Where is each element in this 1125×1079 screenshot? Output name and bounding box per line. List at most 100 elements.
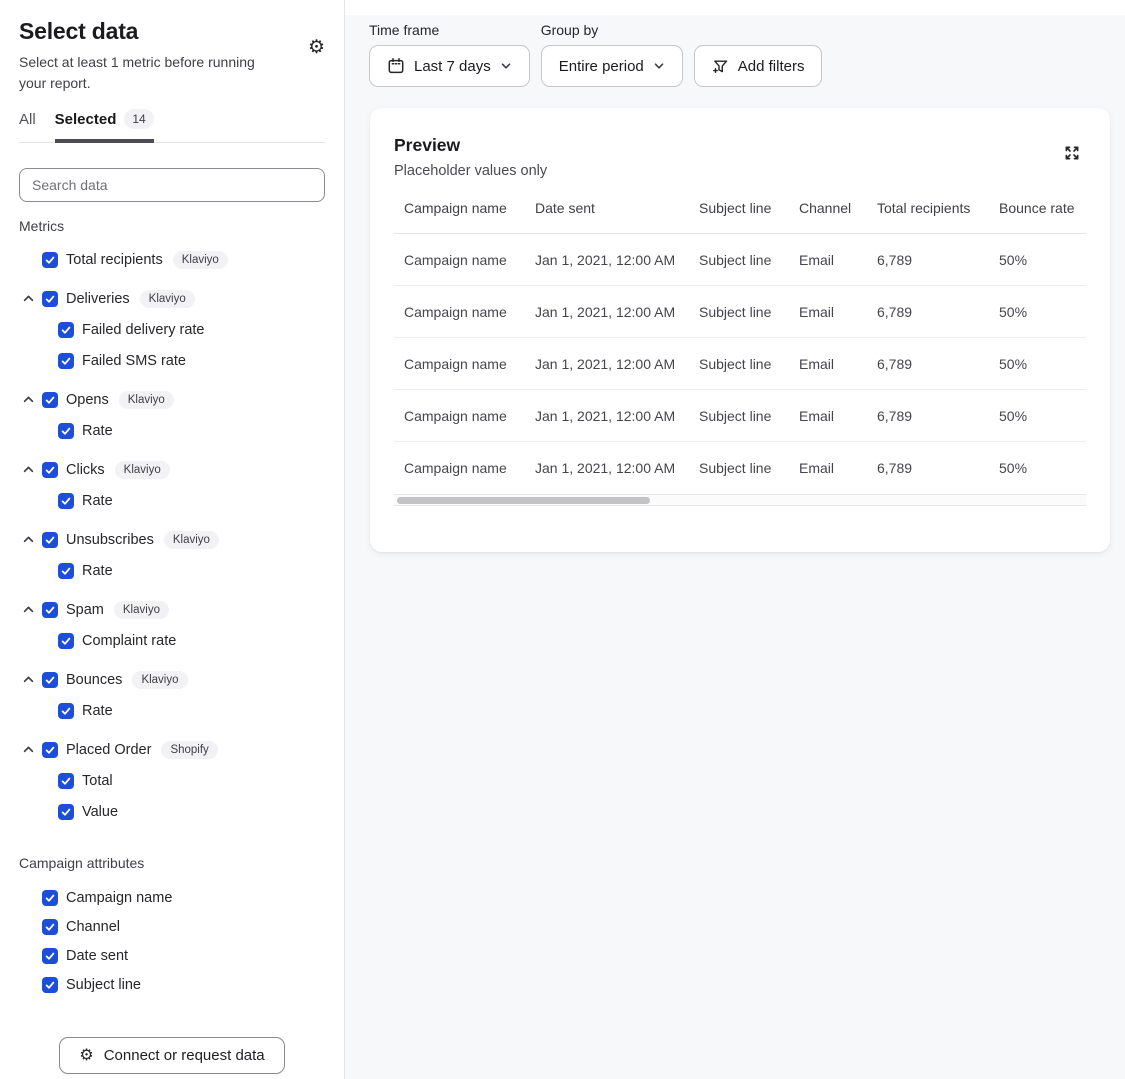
checkbox-failed-delivery-rate[interactable] <box>58 322 74 338</box>
select-data-panel: Select data Select at least 1 metric bef… <box>0 0 345 1079</box>
search-input[interactable] <box>19 168 325 202</box>
metric-label: Rate <box>82 423 113 439</box>
checkbox-opens[interactable] <box>42 392 58 408</box>
checkbox-rate[interactable] <box>58 493 74 509</box>
chevron-up-icon[interactable] <box>22 393 35 406</box>
table-cell: Subject line <box>689 286 789 337</box>
metric-group-spam: SpamKlaviyoComplaint rate <box>19 594 325 656</box>
connect-or-request-data-button[interactable]: ⚙ Connect or request data <box>59 1037 284 1074</box>
checkbox-spam[interactable] <box>42 602 58 618</box>
preview-subtitle: Placeholder values only <box>394 163 547 179</box>
table-cell: Subject line <box>689 234 789 285</box>
tab-all[interactable]: All <box>19 109 36 142</box>
time-frame-label: Time frame <box>369 22 530 38</box>
table-cell: Subject line <box>689 338 789 389</box>
metric-item-unsubscribes[interactable]: UnsubscribesKlaviyo <box>19 524 325 555</box>
table-cell: Email <box>789 442 867 494</box>
metric-label: Deliveries <box>66 291 130 307</box>
checkbox-channel[interactable] <box>42 919 58 935</box>
checkbox-rate[interactable] <box>58 703 74 719</box>
checkbox-deliveries[interactable] <box>42 291 58 307</box>
time-frame-select[interactable]: Last 7 days <box>369 45 530 87</box>
chevron-up-icon[interactable] <box>22 673 35 686</box>
table-row[interactable]: Campaign nameJan 1, 2021, 12:00 AMSubjec… <box>394 390 1086 442</box>
checkbox-bounces[interactable] <box>42 672 58 688</box>
metric-group-deliveries: DeliveriesKlaviyoFailed delivery rateFai… <box>19 283 325 376</box>
checkbox-date-sent[interactable] <box>42 948 58 964</box>
table-cell: Email <box>789 390 867 441</box>
checkbox-failed-sms-rate[interactable] <box>58 353 74 369</box>
table-cell: 50% <box>989 338 1086 389</box>
time-frame-control: Time frame Last 7 days <box>369 22 530 87</box>
source-badge: Shopify <box>161 741 217 759</box>
table-row[interactable]: Campaign nameJan 1, 2021, 12:00 AMSubjec… <box>394 234 1086 286</box>
preview-card: Preview Placeholder values only Campaign… <box>370 108 1110 552</box>
checkbox-placed-order[interactable] <box>42 742 58 758</box>
chevron-up-icon[interactable] <box>22 743 35 756</box>
metrics-list: Total recipientsKlaviyo DeliveriesKlaviyo… <box>19 244 325 827</box>
horizontal-scrollbar[interactable] <box>394 494 1086 506</box>
attribute-item-channel[interactable]: Channel <box>19 912 325 941</box>
chevron-up-icon[interactable] <box>22 533 35 546</box>
chevron-up-icon[interactable] <box>22 292 35 305</box>
metric-item-rate[interactable]: Rate <box>19 485 325 516</box>
checkbox-rate[interactable] <box>58 423 74 439</box>
add-filters-button[interactable]: Add filters <box>694 45 823 87</box>
table-cell: Email <box>789 286 867 337</box>
preview-table: Campaign nameDate sentSubject lineChanne… <box>394 200 1086 506</box>
column-header-total-recipients: Total recipients <box>867 200 989 233</box>
table-cell: 6,789 <box>867 442 989 494</box>
attribute-item-date-sent[interactable]: Date sent <box>19 941 325 970</box>
metric-item-total[interactable]: Total <box>19 765 325 796</box>
table-cell: 6,789 <box>867 338 989 389</box>
preview-title: Preview <box>394 135 547 156</box>
chevron-up-icon[interactable] <box>22 603 35 616</box>
table-cell: 50% <box>989 286 1086 337</box>
group-by-control: Group by Entire period <box>541 22 683 87</box>
checkbox-campaign-name[interactable] <box>42 890 58 906</box>
metric-label: Rate <box>82 563 113 579</box>
calendar-icon <box>387 57 405 75</box>
attribute-item-subject-line[interactable]: Subject line <box>19 970 325 999</box>
metric-label: Total <box>82 773 113 789</box>
checkbox-unsubscribes[interactable] <box>42 532 58 548</box>
metric-item-rate[interactable]: Rate <box>19 695 325 726</box>
checkbox-rate[interactable] <box>58 563 74 579</box>
metric-item-complaint-rate[interactable]: Complaint rate <box>19 625 325 656</box>
metric-item-opens[interactable]: OpensKlaviyo <box>19 384 325 415</box>
metric-item-bounces[interactable]: BouncesKlaviyo <box>19 664 325 695</box>
metric-item-deliveries[interactable]: DeliveriesKlaviyo <box>19 283 325 314</box>
expand-preview-button[interactable] <box>1060 141 1084 168</box>
checkbox-clicks[interactable] <box>42 462 58 478</box>
table-cell: 6,789 <box>867 390 989 441</box>
checkbox-subject-line[interactable] <box>42 977 58 993</box>
table-row[interactable]: Campaign nameJan 1, 2021, 12:00 AMSubjec… <box>394 338 1086 390</box>
settings-gear-icon[interactable]: ⚙ <box>308 38 325 57</box>
metric-group-total-recipients: Total recipientsKlaviyo <box>19 244 325 275</box>
checkbox-total-recipients[interactable] <box>42 252 58 268</box>
metric-item-failed-delivery-rate[interactable]: Failed delivery rate <box>19 314 325 345</box>
table-row[interactable]: Campaign nameJan 1, 2021, 12:00 AMSubjec… <box>394 286 1086 338</box>
metric-item-placed-order[interactable]: Placed OrderShopify <box>19 734 325 765</box>
checkbox-value[interactable] <box>58 804 74 820</box>
table-cell: Campaign name <box>394 338 525 389</box>
tab-all-label: All <box>19 111 36 128</box>
metric-item-spam[interactable]: SpamKlaviyo <box>19 594 325 625</box>
metric-item-rate[interactable]: Rate <box>19 415 325 446</box>
attribute-item-campaign-name[interactable]: Campaign name <box>19 883 325 912</box>
tab-selected[interactable]: Selected 14 <box>55 109 154 142</box>
checkbox-total[interactable] <box>58 773 74 789</box>
scrollbar-thumb[interactable] <box>397 497 650 504</box>
page-title: Select data <box>19 18 279 45</box>
checkbox-complaint-rate[interactable] <box>58 633 74 649</box>
metric-item-rate[interactable]: Rate <box>19 555 325 586</box>
sidebar-header-text: Select data Select at least 1 metric bef… <box>19 18 279 94</box>
table-cell: Email <box>789 234 867 285</box>
metric-item-failed-sms-rate[interactable]: Failed SMS rate <box>19 345 325 376</box>
metric-item-value[interactable]: Value <box>19 796 325 827</box>
chevron-up-icon[interactable] <box>22 463 35 476</box>
metric-item-total-recipients[interactable]: Total recipientsKlaviyo <box>19 244 325 275</box>
metric-item-clicks[interactable]: ClicksKlaviyo <box>19 454 325 485</box>
table-row[interactable]: Campaign nameJan 1, 2021, 12:00 AMSubjec… <box>394 442 1086 494</box>
group-by-select[interactable]: Entire period <box>541 45 683 87</box>
